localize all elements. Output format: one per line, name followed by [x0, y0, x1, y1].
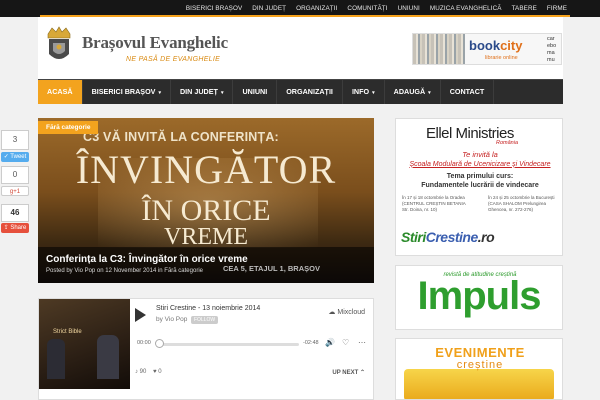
ad-line4: Fundamentele lucrării de vindecare — [421, 182, 539, 189]
linkedin-count-box: 3 — [1, 130, 29, 150]
mixcloud-player: Strict Bible Stiri Crestine - 13 noiembr… — [38, 298, 374, 400]
episode-thumbnail[interactable]: Strict Bible — [39, 299, 130, 389]
featured-image-text-line2: ÎNVINGĂTOR — [75, 147, 337, 192]
cloud-icon: ☁ — [328, 309, 336, 316]
episode-stats: ♪ 90 ♥ 0 — [135, 369, 162, 375]
mixcloud-logo[interactable]: ☁ Mixcloud — [328, 308, 365, 316]
heart-icon: ♥ — [153, 369, 157, 375]
featured-image-text-line1: C3 VĂ INVITĂ LA CONFERINȚA: — [83, 130, 279, 144]
site-title[interactable]: Brașovul Evanghelic — [82, 33, 228, 53]
nav-item-organizatii[interactable]: ORGANIZAȚII — [277, 80, 343, 104]
chevron-down-icon: ▾ — [428, 90, 431, 96]
nav-item-adauga[interactable]: ADAUGĂ ▾ — [385, 80, 441, 104]
main-nav: ACASĂ BISERICI BRAȘOV ▾ DIN JUDEȚ ▾ UNIUNI… — [38, 79, 563, 104]
featured-address: CEA 5, ETAJUL 1, BRAȘOV — [223, 264, 320, 273]
heart-icon[interactable]: ♡ — [342, 338, 349, 347]
tweet-button[interactable]: ✓ Tweet — [1, 152, 29, 162]
episode-title[interactable]: Stiri Crestine - 13 noiembrie 2014 — [156, 305, 260, 312]
crest-icon[interactable] — [44, 26, 74, 66]
site-tagline: NE PASĂ DE EVANGHELIE — [126, 56, 221, 63]
share-button[interactable]: ⇪ Share — [1, 223, 29, 233]
ad-line3: Tema primului curs: — [446, 173, 514, 180]
ad-country: România — [496, 140, 519, 146]
progress-handle[interactable] — [155, 339, 164, 348]
bookcity-side-text: car ebo ma mu — [547, 36, 557, 63]
chevron-down-icon: ▾ — [220, 90, 224, 96]
gplus-count-box: 0 — [1, 166, 29, 184]
impuls-title: Impuls — [417, 274, 542, 318]
category-badge[interactable]: Fără categorie — [38, 121, 99, 134]
progress-bar[interactable] — [159, 343, 299, 346]
bookcity-logo: bookcity — [469, 38, 523, 53]
site-header: Brașovul Evanghelic NE PASĂ DE EVANGHELI… — [38, 17, 563, 79]
ad-line1: Te invită la — [462, 150, 498, 159]
chevron-down-icon: ▾ — [372, 90, 375, 96]
share-count-box: 46 — [1, 204, 29, 222]
featured-title[interactable]: Conferința la C3: Învingător în orice vr… — [46, 254, 248, 265]
evenimente-title: EVENIMENTE — [435, 345, 525, 360]
nav-item-uniuni[interactable]: UNIUNI — [233, 80, 278, 104]
volume-icon[interactable]: 🔊 — [325, 338, 335, 347]
episode-author[interactable]: by Vio Pop — [156, 316, 187, 323]
bookcity-subtitle: librarie online — [485, 55, 518, 61]
ad-line2: Școala Modulară de Ucenicizare și Vindec… — [409, 161, 551, 168]
gplus-button[interactable]: g+1 — [1, 186, 29, 196]
books-image — [413, 34, 465, 64]
ellel-ministries-ad[interactable]: Ellel Ministries România Te invită la Șc… — [395, 118, 563, 256]
featured-image-text-line3: ÎN ORICE — [141, 194, 271, 227]
thumbnail-text: Strict Bible — [53, 329, 82, 335]
chevron-down-icon: ▾ — [158, 90, 161, 96]
impuls-ad[interactable]: revistă de atitudine creștină Impuls — [395, 265, 563, 330]
nav-item-info[interactable]: INFO ▾ — [343, 80, 385, 104]
play-icon[interactable] — [135, 308, 146, 322]
bookcity-ad[interactable]: bookcity librarie online car ebo ma mu — [412, 33, 562, 65]
person-figure — [47, 339, 65, 379]
nav-item-contact[interactable]: CONTACT — [441, 80, 495, 104]
time-elapsed: 00:00 — [137, 340, 151, 346]
up-next-button[interactable]: UP NEXT ⌃ — [332, 369, 365, 376]
evenimente-crestine-ad[interactable]: EVENIMENTE creștine — [395, 338, 563, 400]
ad-bucuresti-info: În 24 și 25 octombrie la București (CASA… — [488, 195, 555, 212]
headphones-icon: ♪ — [135, 369, 138, 375]
top-bar: BISERICI BRAȘOV DIN JUDEȚ ORGANIZAȚII CO… — [0, 0, 600, 17]
gplus-count: 0 — [12, 170, 18, 179]
more-icon[interactable]: ⋯ — [358, 338, 366, 347]
stiri-crestine-logo[interactable]: StiriCrestine.ro — [401, 229, 495, 245]
featured-post[interactable]: C3 VĂ INVITĂ LA CONFERINȚA: ÎNVINGĂTOR Î… — [38, 118, 374, 283]
nav-item-din-judet[interactable]: DIN JUDEȚ ▾ — [171, 80, 234, 104]
follow-button[interactable]: FOLLOW — [191, 316, 219, 324]
evenimente-subtitle: creștine — [456, 359, 504, 371]
linkedin-count: 3 — [12, 135, 18, 144]
nav-item-biserici-brasov[interactable]: BISERICI BRAȘOV ▾ — [83, 80, 171, 104]
person-figure — [97, 335, 119, 379]
time-remaining: -02:48 — [303, 340, 319, 346]
page: { "topbar": { "items": ["BISERICI BRAȘOV… — [0, 0, 600, 400]
nav-item-acasa[interactable]: ACASĂ — [38, 80, 83, 104]
share-count: 46 — [10, 208, 20, 217]
ad-oradea-info: În 17 și 18 octombrie la Oradea (CENTRUL… — [402, 195, 466, 212]
featured-meta: Posted by Vio Pop on 12 November 2014 in… — [46, 268, 203, 274]
